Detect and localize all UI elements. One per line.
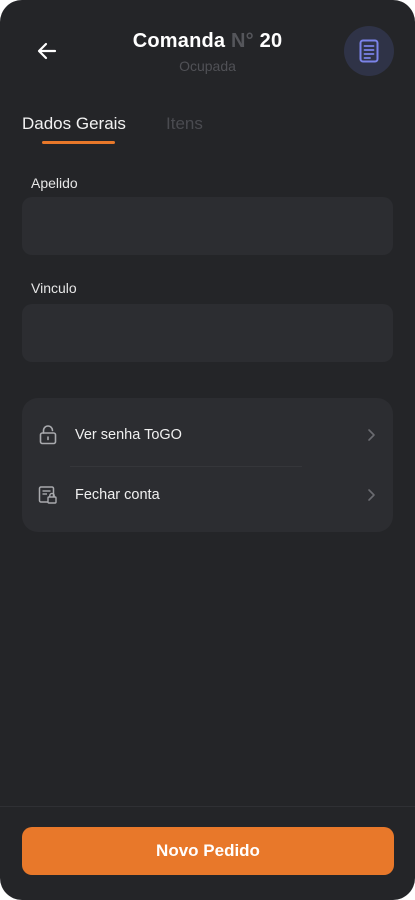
lock-icon [38, 425, 58, 445]
document-button[interactable] [344, 26, 394, 76]
document-icon [359, 39, 379, 63]
apelido-input[interactable] [22, 197, 393, 255]
apelido-label: Apelido [31, 175, 78, 191]
footer-divider [0, 806, 415, 807]
title-number-sign: N° [231, 30, 254, 52]
title-main: Comanda [132, 30, 226, 52]
title-number: 20 [259, 30, 283, 52]
ver-senha-togo-row[interactable]: Ver senha ToGO [22, 405, 393, 465]
fechar-conta-label: Fechar conta [75, 487, 160, 503]
receipt-lock-icon [38, 485, 58, 505]
vinculo-input[interactable] [22, 304, 393, 362]
fechar-conta-row[interactable]: Fechar conta [22, 465, 393, 525]
ver-senha-togo-label: Ver senha ToGO [75, 427, 182, 443]
chevron-right-icon [368, 489, 375, 501]
actions-divider [70, 466, 302, 467]
tab-itens[interactable]: Itens [166, 114, 203, 134]
actions-card: Ver senha ToGO Fechar conta [22, 398, 393, 532]
novo-pedido-button[interactable]: Novo Pedido [22, 827, 394, 875]
chevron-right-icon [368, 429, 375, 441]
tab-dados-gerais[interactable]: Dados Gerais [22, 114, 126, 134]
vinculo-label: Vinculo [31, 280, 77, 296]
active-tab-indicator [42, 141, 115, 144]
comanda-screen: Comanda N° 20 Ocupada Dados Gerais Itens… [0, 0, 415, 900]
